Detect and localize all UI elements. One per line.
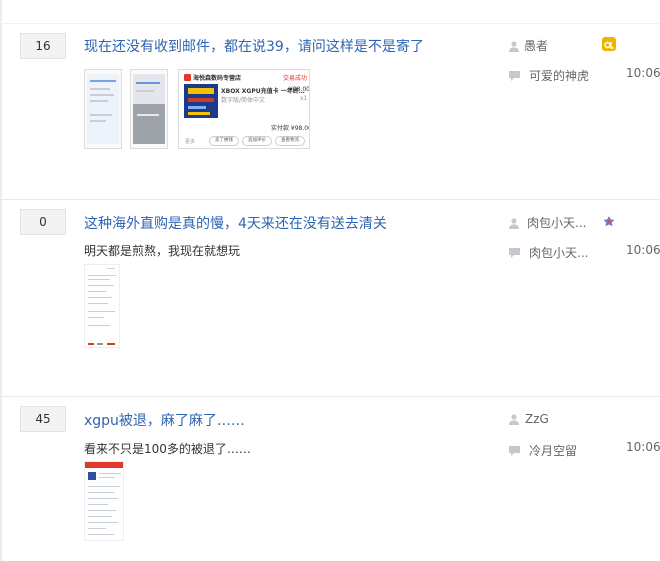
user-icon: [509, 40, 519, 52]
reply-count: 16: [20, 33, 66, 59]
thread-author[interactable]: 愚者: [508, 37, 548, 54]
last-reply-time: 10:06: [626, 66, 660, 80]
ad-more: 更多: [185, 139, 196, 145]
user-icon: [509, 414, 519, 425]
ad-status: 交易成功: [283, 75, 308, 82]
thread-row: 45 xgpu被退，麻了麻了…… 看来不只是100多的被退了…… ZzG 冷月空…: [0, 397, 660, 561]
ad-variant: 数字版/简体中文: [221, 97, 266, 104]
author-name: ZzG: [525, 412, 549, 426]
thread-title[interactable]: 现在还没有收到邮件，都在说39，请问这样是不是寄了: [84, 36, 424, 56]
thread-excerpt: 明天都是煎熬，我现在就想玩: [84, 244, 241, 258]
thread-author[interactable]: ZzG: [508, 412, 549, 426]
thread-title[interactable]: 这种海外直购是真的慢，4天来还在没有送去清关: [84, 213, 387, 233]
ad-shop-name: 海悦森数码专营店: [193, 75, 242, 82]
thread-row: 16 现在还没有收到邮件，都在说39，请问这样是不是寄了 愚者 可爱的神虎 10…: [0, 24, 660, 200]
reply-count: 0: [20, 209, 66, 235]
comment-icon: [509, 445, 520, 456]
last-reply-time: 10:06: [626, 243, 660, 257]
image-thumbnail[interactable]: [84, 69, 122, 149]
thread-row: 0 这种海外直购是真的慢，4天来还在没有送去清关 明天都是煎熬，我现在就想玩 肉…: [0, 200, 660, 397]
image-thumbnail[interactable]: [130, 69, 168, 149]
author-name: 肉包小天...: [527, 216, 587, 230]
shield-badge-icon: [602, 214, 616, 228]
last-reply-time: 10:06: [626, 440, 660, 454]
comment-icon: [509, 70, 520, 81]
ad-paid: 实付款 ¥98.00: [271, 125, 310, 132]
thread-title[interactable]: xgpu被退，麻了麻了……: [84, 410, 245, 430]
author-name: 愚者: [524, 39, 549, 53]
last-reply-name: 冷月空留: [529, 444, 578, 458]
user-icon: [509, 217, 519, 229]
member-badge-icon: [602, 37, 616, 51]
image-thumbnail[interactable]: [84, 461, 124, 541]
last-reply-name: 肉包小天...: [529, 246, 589, 260]
ad-price: ¥98.00: [289, 86, 310, 93]
product-image: [184, 84, 218, 118]
ad-button-logistics: 查看物流: [275, 136, 305, 146]
comment-icon: [509, 247, 520, 258]
last-reply-user[interactable]: 冷月空留: [508, 442, 577, 459]
ad-qty: x1: [300, 95, 308, 102]
order-ad-thumbnail[interactable]: 海悦森数码专营店 交易成功 XBOX XGPU充值卡 一年终… ¥98.00 数…: [178, 69, 310, 149]
ad-button-review: 追加评价: [242, 136, 272, 146]
shop-icon: [184, 74, 191, 81]
reply-count: 45: [20, 406, 66, 432]
image-thumbnail[interactable]: [84, 264, 120, 348]
last-reply-user[interactable]: 可爱的神虎: [508, 67, 589, 84]
last-reply-name: 可爱的神虎: [529, 69, 590, 83]
thread-author[interactable]: 肉包小天...: [508, 214, 586, 231]
thread-excerpt: 看来不只是100多的被退了……: [84, 442, 251, 456]
last-reply-user[interactable]: 肉包小天...: [508, 244, 588, 261]
ad-button-sell: 卖了换钱: [209, 136, 239, 146]
